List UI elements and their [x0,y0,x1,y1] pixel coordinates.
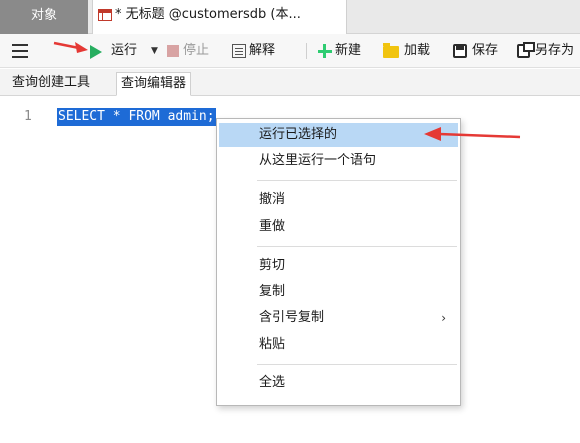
selected-sql-text[interactable]: SELECT * FROM admin; [57,108,216,126]
menu-item-redo[interactable]: 重做 [219,215,458,239]
run-dropdown-caret-icon[interactable]: ▼ [151,34,158,68]
explain-icon [232,44,246,58]
menu-item-label: 剪切 [259,258,286,273]
tab-untitled-query-label: * 无标题 @customersdb (本... [115,7,301,22]
menu-item-label: 重做 [259,219,286,234]
menu-item-select-all[interactable]: 全选 [219,371,458,395]
menu-item-label: 含引号复制 [259,310,325,325]
query-table-icon [98,9,112,21]
menu-separator [257,180,457,181]
menu-item-label: 从这里运行一个语句 [259,153,377,168]
menu-item-cut[interactable]: 剪切 [219,254,458,278]
menu-item-label: 粘贴 [259,337,286,352]
new-button[interactable]: 新建 [335,34,361,68]
annotation-arrow-run-icon [53,41,88,53]
save-button[interactable]: 保存 [472,34,498,68]
menu-separator [257,246,457,247]
line-number: 1 [24,109,32,124]
stop-icon [167,45,179,57]
annotation-arrow-menu-icon [424,127,521,141]
run-button[interactable]: 运行 [111,34,137,68]
run-play-icon[interactable] [90,45,102,59]
tab-query-editor[interactable]: 查询编辑器 [116,72,192,96]
context-menu: 运行已选择的 从这里运行一个语句 撤消 重做 剪切 复制 含引号复制 › 粘贴 … [216,118,461,406]
menu-item-label: 运行已选择的 [259,127,338,142]
new-plus-icon [318,44,332,58]
menu-item-label: 全选 [259,375,286,390]
editor-subtabs: 查询创建工具 查询编辑器 [0,69,580,96]
save-disk-icon [453,44,467,58]
stop-button[interactable]: 停止 [183,34,209,68]
menu-item-label: 撤消 [259,192,286,207]
chevron-right-icon: › [441,311,446,325]
tab-untitled-query[interactable]: * 无标题 @customersdb (本... [92,0,347,34]
load-button[interactable]: 加载 [404,34,430,68]
document-tab-strip: 对象 * 无标题 @customersdb (本... [0,0,580,34]
menu-icon[interactable] [12,44,28,58]
explain-button[interactable]: 解释 [249,34,275,68]
menu-item-paste[interactable]: 粘贴 [219,333,458,357]
menu-item-undo[interactable]: 撤消 [219,188,458,212]
menu-item-copy[interactable]: 复制 [219,280,458,304]
tab-objects[interactable]: 对象 [0,0,88,34]
toolbar-separator [306,43,307,59]
menu-separator [257,364,457,365]
load-folder-icon [383,43,399,58]
menu-item-copy-with-quotes[interactable]: 含引号复制 › [219,306,458,330]
save-as-icon [517,42,535,58]
save-as-button[interactable]: 另存为 [535,34,574,68]
tab-query-builder[interactable]: 查询创建工具 [8,72,94,96]
menu-item-label: 复制 [259,284,286,299]
menu-item-run-from-here[interactable]: 从这里运行一个语句 [219,149,458,173]
